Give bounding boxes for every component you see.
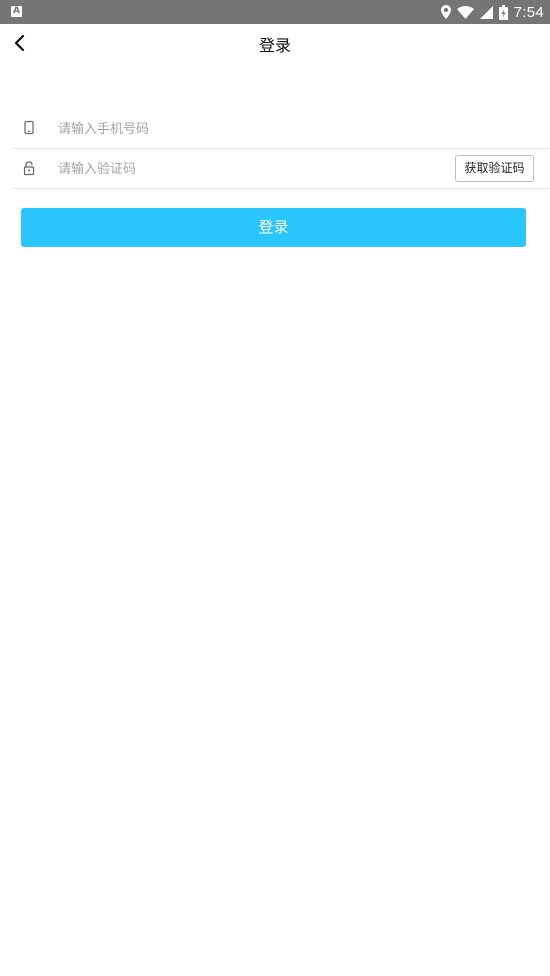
phone-input[interactable] xyxy=(58,118,438,140)
page-title: 登录 xyxy=(258,36,291,55)
phone-icon xyxy=(21,120,37,136)
verification-code-input[interactable] xyxy=(58,158,438,180)
status-bar: A 7:54 xyxy=(0,0,550,24)
get-code-button[interactable]: 获取验证码 xyxy=(455,155,534,182)
signal-icon xyxy=(479,5,493,19)
code-row: 获取验证码 xyxy=(13,149,550,189)
wifi-icon xyxy=(456,5,474,19)
login-form: 获取验证码 xyxy=(13,109,550,189)
battery-icon xyxy=(498,4,508,20)
phone-row xyxy=(13,109,550,149)
location-icon xyxy=(440,5,451,19)
status-icons: 7:54 xyxy=(440,0,544,24)
lock-icon xyxy=(21,160,37,176)
login-button[interactable]: 登录 xyxy=(21,208,526,247)
status-time: 7:54 xyxy=(513,3,544,21)
notification-icon: A xyxy=(11,6,22,17)
top-bar: 登录 xyxy=(0,24,550,62)
